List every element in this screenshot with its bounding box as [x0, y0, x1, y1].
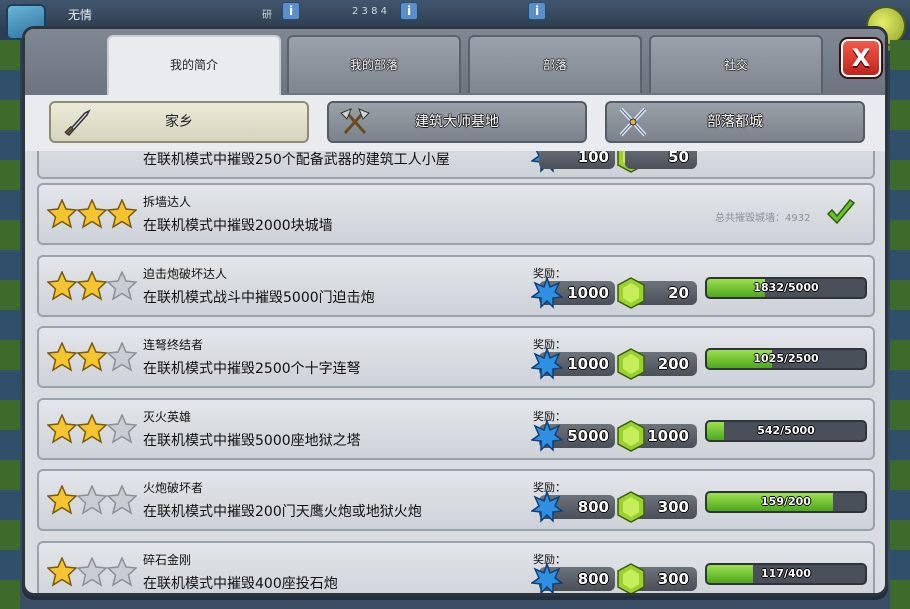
close-button[interactable]: X: [839, 37, 883, 79]
achievement-row: 灭火英雄 在联机模式中摧毁5000座地狱之塔 奖励： 5000 1000 542/5000: [37, 398, 875, 460]
star-empty-icon: [107, 557, 137, 587]
gem-icon: [617, 420, 645, 452]
gem-icon: [617, 277, 645, 309]
gem-icon: [617, 348, 645, 380]
subtab-label: 家乡: [165, 114, 193, 130]
achievement-description: 在联机模式中摧毁250个配备武器的建筑工人小屋: [143, 152, 450, 168]
subtab-label: 建筑大师基地: [415, 114, 499, 130]
info-icon[interactable]: i: [528, 2, 546, 20]
star-filled-icon: [47, 485, 77, 515]
tab-my-clan[interactable]: 我的部落: [287, 35, 461, 93]
subtab-clan-capital[interactable]: 部落都城: [605, 101, 865, 143]
progress-text: 159/200: [761, 495, 811, 508]
info-icon[interactable]: i: [400, 2, 418, 20]
top-value: 2 3 8 4: [352, 6, 387, 17]
achievement-title: 火炮破坏者: [143, 481, 204, 495]
xp-star-icon: [531, 491, 563, 523]
sword-icon: [64, 109, 91, 137]
star-rating: [47, 555, 137, 591]
achievement-row: 拆墙达人在联机模式中摧毁2000块城墙 总共摧毁城墙：4932: [37, 183, 875, 245]
tab-clans[interactable]: 部落: [468, 35, 642, 93]
progress-bar: 117/400: [705, 563, 867, 585]
achievement-row: 碎石金刚 在联机模式中摧毁400座投石炮 奖励： 800 300 117/400: [37, 541, 875, 593]
achievement-title: 拆墙达人: [143, 195, 192, 209]
top-status-bar: 无情 i 研 2 3 8 4 i i: [0, 0, 910, 28]
gem-icon: [617, 491, 645, 523]
star-empty-icon: [107, 414, 137, 444]
crossed-swords-icon: [619, 107, 647, 137]
tab-social[interactable]: 社交: [649, 35, 823, 93]
achievement-description: 在联机模式战斗中摧毁5000门迫击炮: [143, 290, 375, 306]
achievement-title: 迫击炮破坏达人: [143, 267, 228, 281]
star-filled-icon: [47, 557, 77, 587]
star-filled-icon: [77, 414, 107, 444]
top-label: 研: [262, 10, 272, 21]
info-icon[interactable]: i: [282, 2, 300, 20]
star-empty-icon: [107, 485, 137, 515]
achievement-description: 在联机模式中摧毁2500个十字连弩: [143, 361, 361, 377]
star-filled-icon: [47, 414, 77, 444]
star-filled-icon: [77, 271, 107, 301]
achievement-description: 在联机模式中摧毁5000座地狱之塔: [143, 433, 361, 449]
achievement-title: 碎石金刚: [143, 553, 192, 567]
progress-bar: 1832/5000: [705, 277, 867, 299]
tab-my-profile[interactable]: 我的简介: [107, 35, 281, 97]
progress-bar: 1025/2500: [705, 348, 867, 370]
star-empty-icon: [77, 557, 107, 587]
xp-star-icon: [531, 420, 563, 452]
star-filled-icon: [47, 271, 77, 301]
player-name: 无情: [68, 8, 93, 22]
progress-text: 1832/5000: [753, 281, 819, 294]
checkmark-icon: [826, 198, 856, 225]
total-destroyed-label: 总共摧毁城墙：4932: [715, 213, 811, 224]
achievement-title: 连弩终结者: [143, 338, 204, 352]
progress-text: 542/5000: [757, 424, 815, 437]
achievement-row: 连弩终结者 在联机模式中摧毁2500个十字连弩 奖励： 1000 200 1025/250…: [37, 326, 875, 388]
achievements-panel: 我的简介 我的部落 部落 社交 X 家乡 建筑大师基地 部落都城 在联机模式中摧…: [22, 26, 888, 596]
achievement-row-partial: 在联机模式中摧毁250个配备武器的建筑工人小屋 100 50: [37, 151, 875, 179]
achievement-title: 灭火英雄: [143, 410, 192, 424]
xp-star-icon: [531, 348, 563, 380]
star-filled-icon: [47, 342, 77, 372]
star-filled-icon: [47, 199, 77, 229]
star-empty-icon: [107, 342, 137, 372]
star-rating: [47, 483, 137, 519]
achievement-row: 火炮破坏者 在联机模式中摧毁200门天鹰火炮或地狱火炮 奖励： 800 300 159/2…: [37, 469, 875, 531]
gem-reward: 50: [625, 151, 697, 169]
achievement-list[interactable]: 在联机模式中摧毁250个配备武器的建筑工人小屋 100 50 拆墙达人在联机模式…: [37, 151, 877, 593]
progress-bar: 542/5000: [705, 420, 867, 442]
star-filled-icon: [107, 199, 137, 229]
gem-icon: [617, 563, 645, 593]
progress-bar: 159/200: [705, 491, 867, 513]
xp-star-icon: [531, 277, 563, 309]
subtab-label: 部落都城: [707, 114, 763, 130]
crossed-axes-icon: [340, 108, 370, 135]
achievement-description: 在联机模式中摧毁200门天鹰火炮或地狱火炮: [143, 504, 422, 520]
panel-header: 我的简介 我的部落 部落 社交 X: [25, 29, 885, 97]
star-rating: [47, 340, 137, 376]
star-rating: [47, 269, 137, 305]
achievement-row: 迫击炮破坏达人 在联机模式战斗中摧毁5000门迫击炮 奖励： 1000 20 1832/5…: [37, 255, 875, 317]
progress-text: 1025/2500: [753, 352, 819, 365]
star-rating: [47, 197, 137, 233]
star-empty-icon: [107, 271, 137, 301]
star-rating: [47, 412, 137, 448]
star-empty-icon: [77, 485, 107, 515]
progress-text: 117/400: [761, 567, 811, 580]
left-edge-decoration: [0, 40, 20, 609]
star-filled-icon: [77, 342, 107, 372]
xp-reward: 100: [539, 151, 615, 169]
village-selector: 家乡 建筑大师基地 部落都城: [25, 95, 885, 151]
achievement-description: 在联机模式中摧毁400座投石炮: [143, 576, 338, 592]
subtab-home-village[interactable]: 家乡: [49, 101, 309, 143]
star-filled-icon: [77, 199, 107, 229]
xp-star-icon: [531, 563, 563, 593]
right-edge-decoration: [890, 40, 910, 609]
subtab-builder-base[interactable]: 建筑大师基地: [327, 101, 587, 143]
achievement-description: 在联机模式中摧毁2000块城墙: [143, 218, 333, 234]
